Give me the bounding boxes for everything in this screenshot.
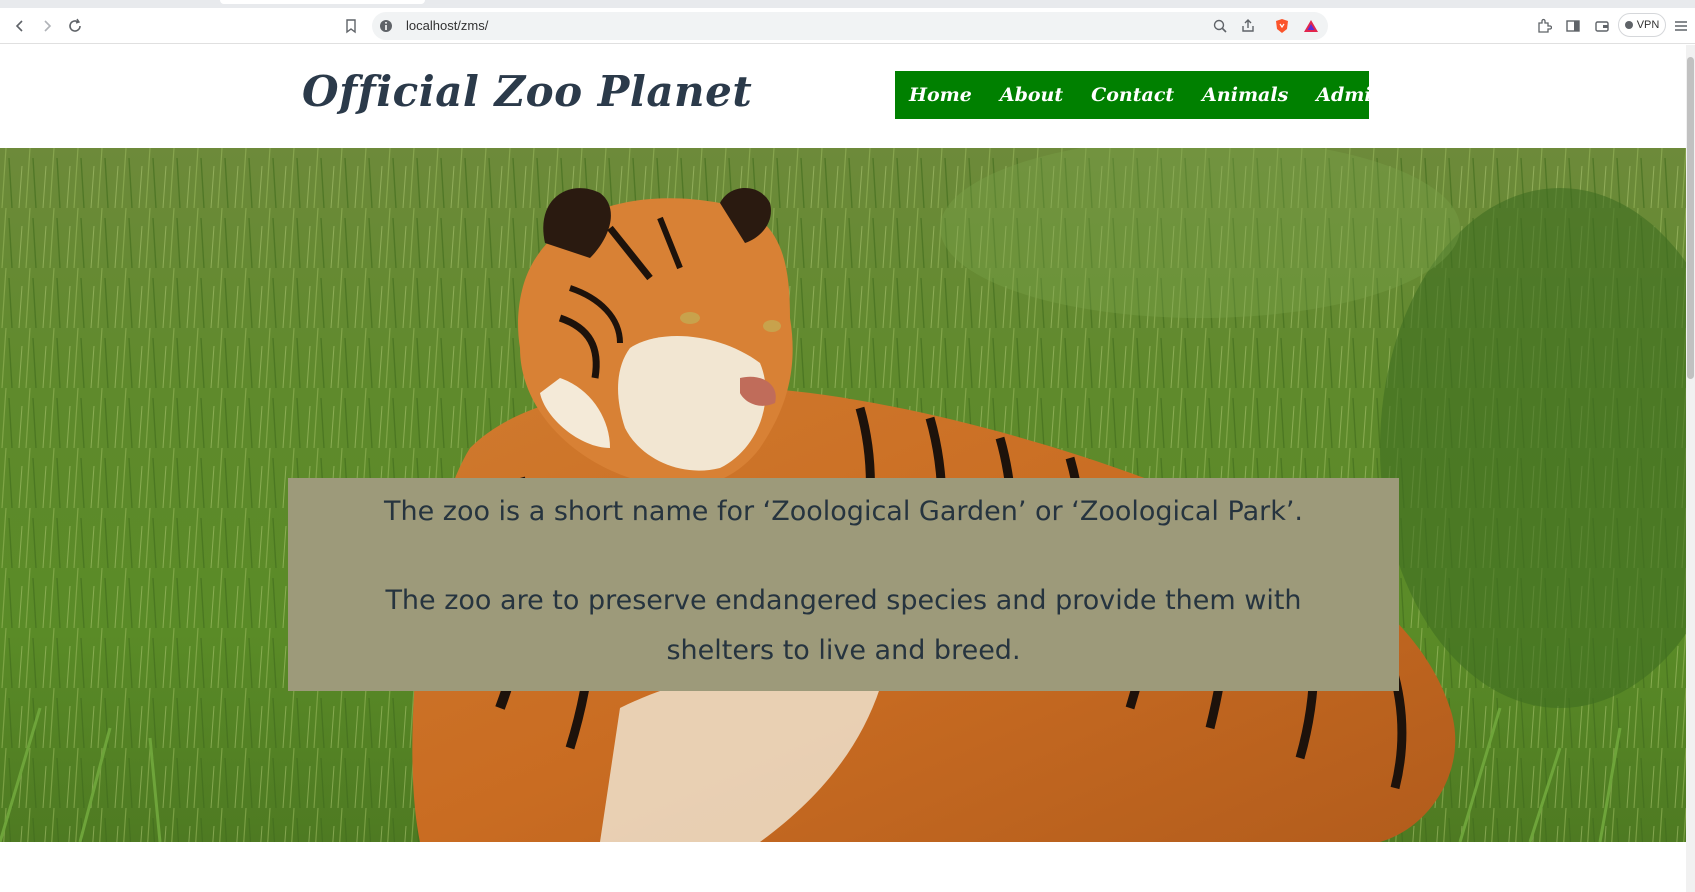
browser-toolbar: localhost/zms/ VPN: [0, 8, 1695, 44]
vpn-button[interactable]: VPN: [1618, 13, 1666, 37]
address-bar[interactable]: [372, 12, 1328, 40]
zoom-icon[interactable]: [1210, 16, 1230, 36]
main-nav: Home About Contact Animals Admin: [895, 71, 1385, 119]
caption-line-1: The zoo is a short name for ‘Zoological …: [383, 496, 1304, 527]
nav-contact[interactable]: Contact: [1091, 84, 1174, 106]
brave-shield-icon[interactable]: [1272, 16, 1292, 36]
site-info-icon[interactable]: [376, 16, 396, 36]
brave-rewards-icon[interactable]: [1301, 16, 1321, 36]
forward-icon[interactable]: [37, 16, 57, 36]
page: Official Zoo Planet Home About Contact A…: [0, 45, 1686, 892]
sidebar-icon[interactable]: [1563, 16, 1583, 36]
reload-icon[interactable]: [65, 16, 85, 36]
share-icon[interactable]: [1238, 16, 1258, 36]
back-icon[interactable]: [10, 16, 30, 36]
url-text[interactable]: localhost/zms/: [406, 18, 488, 33]
caption-line-2: The zoo are to preserve endangered speci…: [385, 585, 1302, 666]
nav-about[interactable]: About: [1000, 84, 1063, 106]
wallet-icon[interactable]: [1592, 16, 1612, 36]
page-scrollbar[interactable]: [1686, 45, 1695, 892]
menu-icon[interactable]: [1671, 16, 1691, 36]
bookmark-icon[interactable]: [341, 16, 361, 36]
nav-admin[interactable]: Admin: [1316, 84, 1385, 106]
nav-home[interactable]: Home: [909, 84, 972, 106]
hero-caption: The zoo is a short name for ‘Zoological …: [288, 478, 1399, 691]
vpn-status-icon: [1624, 21, 1633, 29]
nav-animals[interactable]: Animals: [1202, 84, 1288, 106]
site-title[interactable]: Official Zoo Planet: [302, 67, 752, 116]
scrollbar-thumb[interactable]: [1687, 57, 1694, 379]
extensions-icon[interactable]: [1534, 16, 1554, 36]
vpn-label: VPN: [1636, 19, 1660, 31]
tab-strip: [0, 0, 1695, 8]
active-tab[interactable]: [220, 0, 425, 4]
